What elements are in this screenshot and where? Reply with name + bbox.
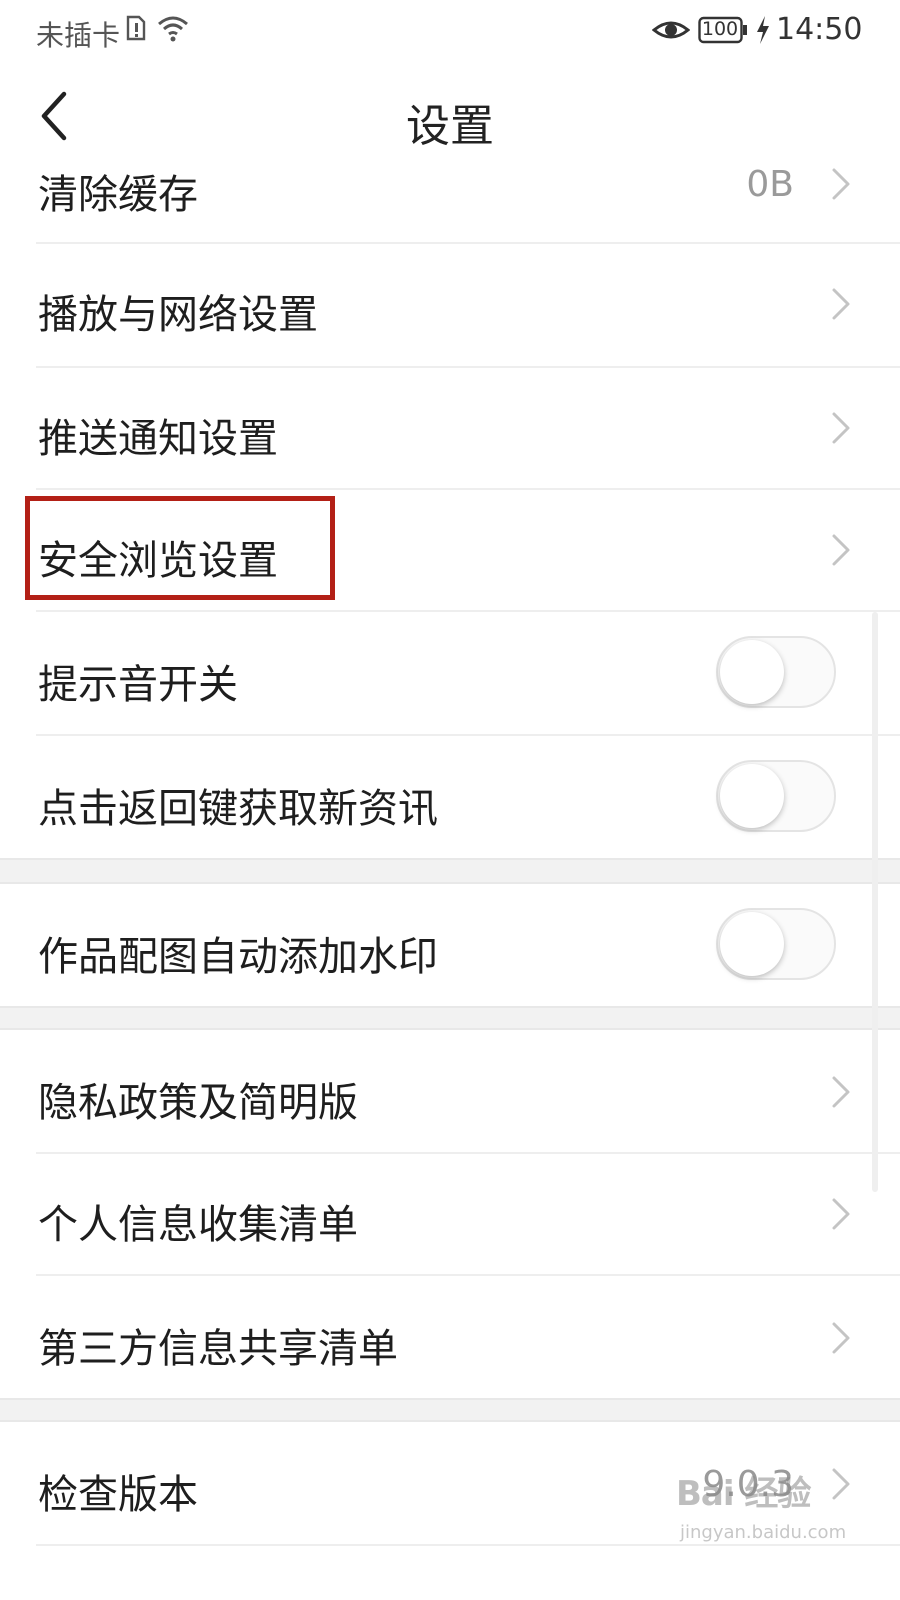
settings-item-privacy-policy[interactable]: 隐私政策及简明版	[0, 1030, 900, 1152]
chevron-right-icon	[832, 168, 850, 200]
settings-item-label: 提示音开关	[38, 662, 238, 708]
settings-item-label: 第三方信息共享清单	[38, 1326, 398, 1372]
eye-icon	[652, 21, 690, 39]
settings-item-personal-info[interactable]: 个人信息收集清单	[0, 1154, 900, 1276]
wifi-icon	[158, 16, 188, 42]
watermark-url: jingyan.baidu.com	[680, 1522, 847, 1543]
settings-item-sound-toggle: 提示音开关	[0, 612, 900, 734]
settings-item-push-notifications[interactable]: 推送通知设置	[0, 368, 900, 488]
chevron-right-icon	[832, 288, 850, 320]
status-bar: 未插卡 100 14:50	[0, 0, 900, 64]
settings-item-third-party[interactable]: 第三方信息共享清单	[0, 1276, 900, 1398]
scrollbar[interactable]	[872, 612, 878, 1192]
settings-item-clear-cache[interactable]: 清除缓存 0B	[0, 166, 900, 242]
battery-level: 100	[701, 18, 739, 40]
chevron-right-icon	[832, 1322, 850, 1354]
back-refresh-toggle-switch[interactable]	[716, 760, 836, 832]
annotation-highlight-box	[25, 496, 335, 600]
settings-item-label: 点击返回键获取新资讯	[38, 786, 438, 832]
sim-alert-icon	[126, 15, 146, 41]
sound-toggle-switch[interactable]	[716, 636, 836, 708]
section-gap	[0, 1006, 900, 1030]
settings-item-label: 清除缓存	[38, 172, 198, 218]
chevron-right-icon	[832, 534, 850, 566]
chevron-right-icon	[832, 412, 850, 444]
nav-bar: 设置	[0, 64, 900, 168]
toggle-knob	[720, 764, 784, 828]
clock: 14:50	[776, 12, 863, 47]
settings-item-playback-network[interactable]: 播放与网络设置	[0, 244, 900, 366]
settings-item-label: 检查版本	[38, 1472, 198, 1518]
section-gap	[0, 1398, 900, 1422]
settings-item-label: 推送通知设置	[38, 416, 278, 462]
settings-item-label: 作品配图自动添加水印	[38, 934, 438, 980]
chevron-right-icon	[832, 1076, 850, 1108]
toggle-knob	[720, 912, 784, 976]
settings-item-label: 个人信息收集清单	[38, 1202, 358, 1248]
settings-list: 清除缓存 0B 播放与网络设置 推送通知设置 安全浏览设置 提示音开关 点击返回…	[0, 166, 900, 1600]
watermark-toggle-switch[interactable]	[716, 908, 836, 980]
watermark-brand: Bai 经验	[676, 1474, 811, 1514]
settings-item-label: 隐私政策及简明版	[38, 1080, 358, 1126]
carrier-text: 未插卡	[36, 19, 121, 52]
cache-size-value: 0B	[746, 166, 794, 205]
baidu-jingyan-watermark: Bai 经验 jingyan.baidu.com	[676, 1466, 846, 1550]
settings-item-label: 播放与网络设置	[38, 292, 318, 338]
settings-item-back-refresh: 点击返回键获取新资讯	[0, 736, 900, 858]
section-gap	[0, 858, 900, 884]
charging-icon	[757, 16, 769, 44]
settings-item-watermark: 作品配图自动添加水印	[0, 884, 900, 1006]
toggle-knob	[720, 640, 784, 704]
chevron-right-icon	[832, 1198, 850, 1230]
page-title: 设置	[406, 101, 494, 152]
